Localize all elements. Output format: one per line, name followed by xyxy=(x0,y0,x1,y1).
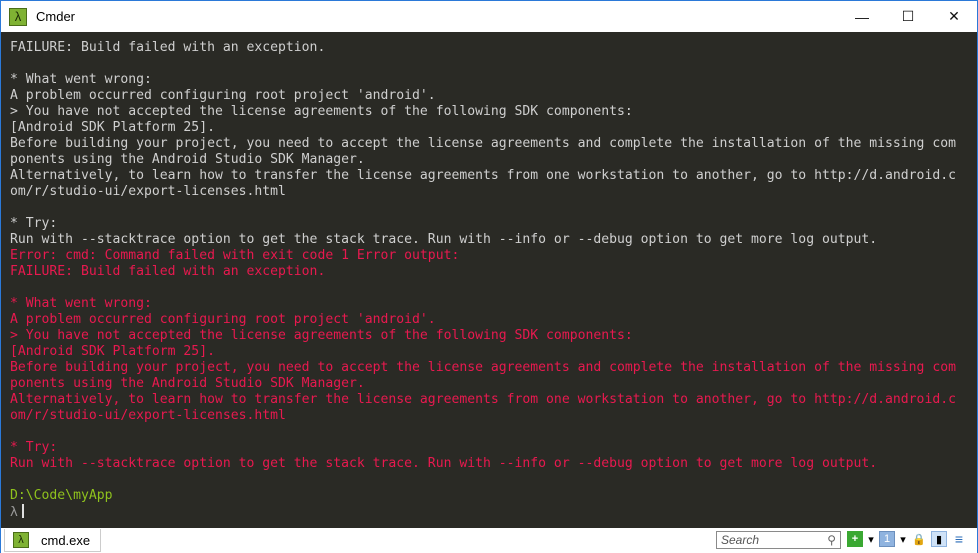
minimize-button[interactable]: — xyxy=(839,1,885,32)
title-bar: λ Cmder — ☐ ✕ xyxy=(1,1,977,32)
prompt-path: D:\Code\myApp xyxy=(10,488,113,503)
terminal-line: [Android SDK Platform 25]. xyxy=(10,344,215,359)
close-button[interactable]: ✕ xyxy=(931,1,977,32)
menu-icon[interactable]: ≡ xyxy=(951,531,967,547)
terminal-line: Alternatively, to learn how to transfer … xyxy=(10,168,956,183)
terminal-line: Alternatively, to learn how to transfer … xyxy=(10,392,956,407)
terminal-line: FAILURE: Build failed with an exception. xyxy=(10,40,326,55)
terminal-line: A problem occurred configuring root proj… xyxy=(10,88,436,103)
tab-cmd-exe[interactable]: λ cmd.exe xyxy=(4,529,102,552)
terminal-line: FAILURE: Build failed with an exception. xyxy=(10,264,326,279)
tab-label: cmd.exe xyxy=(41,532,91,548)
terminal-line: [Android SDK Platform 25]. xyxy=(10,120,215,135)
terminal-line: ponents using the Android Studio SDK Man… xyxy=(10,376,365,391)
console-dropdown-icon[interactable]: ▾ xyxy=(899,531,907,547)
terminal-line: * Try: xyxy=(10,216,58,231)
terminal-line: > You have not accepted the license agre… xyxy=(10,104,633,119)
maximize-button[interactable]: ☐ xyxy=(885,1,931,32)
window-title: Cmder xyxy=(36,9,76,24)
terminal-line: Run with --stacktrace option to get the … xyxy=(10,232,878,247)
cmder-lambda-icon: λ xyxy=(9,7,27,26)
terminal-line: A problem occurred configuring root proj… xyxy=(10,312,436,327)
terminal-line: Run with --stacktrace option to get the … xyxy=(10,456,878,471)
search-input[interactable]: Search ⚲ xyxy=(716,531,841,549)
search-placeholder: Search xyxy=(721,533,760,547)
terminal-line: Error: cmd: Command failed with exit cod… xyxy=(10,248,460,263)
cmder-lambda-icon: λ xyxy=(13,532,29,548)
terminal-line: > You have not accepted the license agre… xyxy=(10,328,633,343)
text-cursor xyxy=(21,504,24,518)
terminal-line: om/r/studio-ui/export-licenses.html xyxy=(10,408,286,423)
prompt-line[interactable]: λ xyxy=(10,504,977,520)
terminal-line: Before building your project, you need t… xyxy=(10,360,956,375)
terminal-line: * Try: xyxy=(10,440,58,455)
console-number-icon[interactable]: 1 xyxy=(879,531,895,547)
terminal-line: * What went wrong: xyxy=(10,72,152,87)
new-console-dropdown-icon[interactable]: ▾ xyxy=(867,531,875,547)
status-bar: λ cmd.exe Search ⚲ + ▾ 1 ▾ 🔒 ▮ ≡ xyxy=(1,528,977,553)
terminal-line: Before building your project, you need t… xyxy=(10,136,956,151)
new-console-icon[interactable]: + xyxy=(847,531,863,547)
split-view-icon[interactable]: ▮ xyxy=(931,531,947,547)
terminal-line: om/r/studio-ui/export-licenses.html xyxy=(10,184,286,199)
prompt-symbol: λ xyxy=(10,505,18,520)
search-icon[interactable]: ⚲ xyxy=(827,533,836,547)
terminal-output[interactable]: FAILURE: Build failed with an exception.… xyxy=(1,32,977,528)
terminal-line: * What went wrong: xyxy=(10,296,152,311)
lock-icon[interactable]: 🔒 xyxy=(911,531,927,547)
terminal-line: ponents using the Android Studio SDK Man… xyxy=(10,152,365,167)
